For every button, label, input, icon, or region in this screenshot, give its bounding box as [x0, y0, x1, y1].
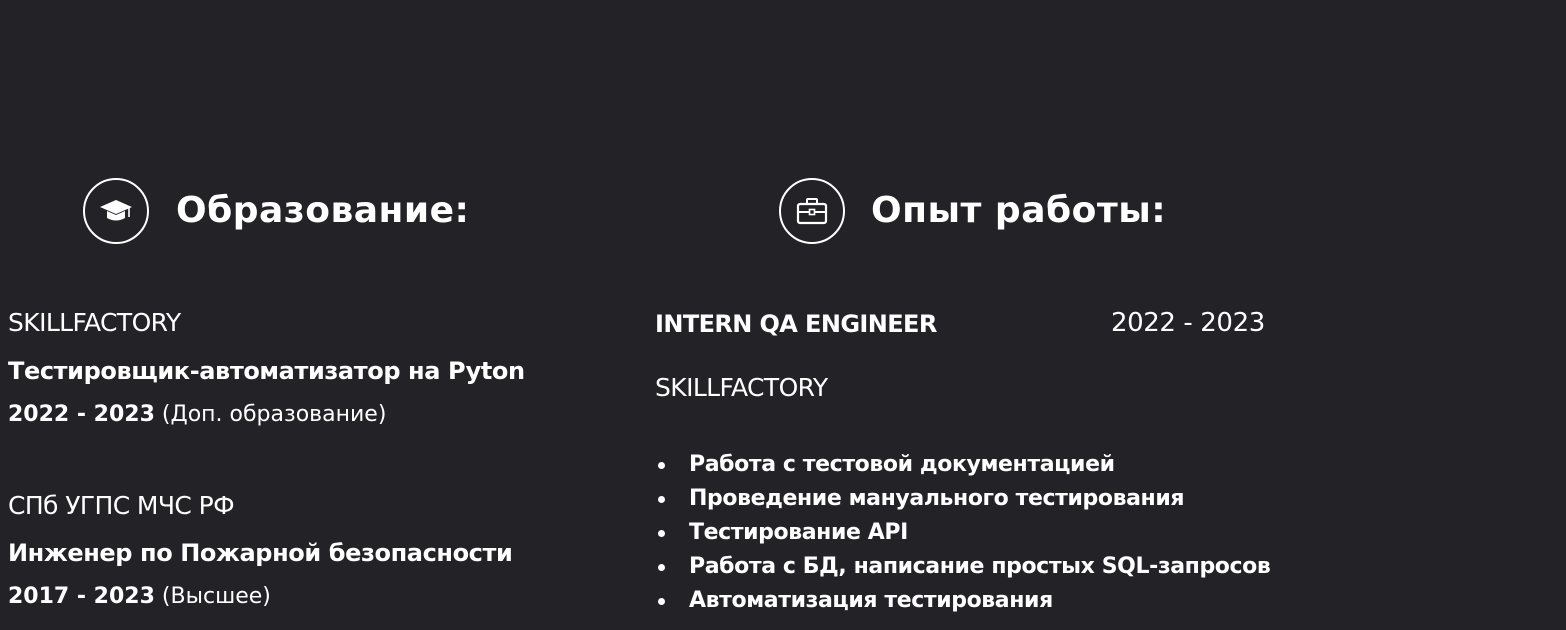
education-institution: SKILLFACTORY	[8, 308, 181, 337]
job-company: SKILLFACTORY	[655, 373, 828, 402]
education-specialty: Инженер по Пожарной безопасности	[8, 539, 513, 567]
education-years-range: 2022 - 2023	[8, 402, 155, 427]
education-title: Образование:	[176, 190, 470, 231]
job-duties-list: Работа с тестовой документацией Проведен…	[655, 448, 1271, 618]
education-type: (Высшее)	[161, 584, 271, 609]
experience-title: Опыт работы:	[871, 190, 1167, 231]
briefcase-icon	[779, 178, 845, 244]
list-item: Проведение мануального тестирования	[655, 482, 1270, 516]
job-position: INTERN QA ENGINEER	[655, 310, 937, 338]
list-item: Автоматизация тестирования	[655, 584, 1270, 618]
job-years: 2022 - 2023	[1111, 308, 1265, 338]
list-item: Работа с БД, написание простых SQL-запро…	[655, 550, 1271, 584]
education-years-range: 2017 - 2023	[8, 584, 155, 609]
resume-page: Образование: Опыт работы: SKILLFACTORY Т…	[0, 0, 1566, 630]
education-institution: СПб УГПС МЧС РФ	[8, 491, 235, 520]
graduation-cap-icon	[83, 178, 149, 244]
education-years: 2022 - 2023 (Доп. образование)	[8, 404, 386, 426]
list-item: Работа с тестовой документацией	[655, 448, 1270, 482]
education-specialty: Тестировщик-автоматизатор на Pyton	[8, 357, 525, 385]
education-years: 2017 - 2023 (Высшее)	[8, 586, 271, 608]
list-item: Тестирование API	[655, 516, 1270, 550]
education-type: (Доп. образование)	[161, 402, 387, 427]
